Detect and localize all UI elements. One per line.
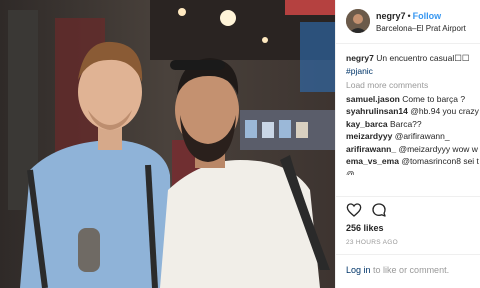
post-photo[interactable] bbox=[0, 0, 335, 288]
caption-hashtag[interactable]: #pjanic bbox=[346, 66, 373, 76]
comment-bubble-icon[interactable] bbox=[371, 202, 387, 218]
comment-username[interactable]: kay_barca bbox=[346, 119, 388, 129]
header-user-line: negry7 • Follow bbox=[376, 11, 441, 21]
comment-row: meizardyyy @arifirawann_ bbox=[346, 130, 480, 143]
login-link[interactable]: Log in bbox=[346, 265, 371, 275]
comment-row: arifirawann_ @meizardyyy wow w bbox=[346, 143, 480, 156]
comment-text: @tomasrincon8 sei t bbox=[401, 156, 479, 166]
avatar[interactable] bbox=[346, 9, 370, 33]
separator-dot: • bbox=[407, 11, 411, 21]
comment-username[interactable]: arifirawann_ bbox=[346, 144, 396, 154]
header-username[interactable]: negry7 bbox=[376, 11, 406, 21]
comment-text: Barca?? bbox=[389, 118, 422, 129]
comment-username[interactable]: syahrulinsan14 bbox=[346, 106, 408, 116]
comment-row: kay_barca Barca?? bbox=[346, 118, 480, 131]
caption-hashtag-row: #pjanic bbox=[346, 65, 480, 78]
caption-text: Un encuentro casual☐☐ bbox=[376, 53, 470, 63]
comment-text: @meizardyyy wow w bbox=[398, 143, 478, 154]
caption: negry7 Un encuentro casual☐☐ bbox=[346, 52, 480, 65]
comment-text: @... bbox=[346, 168, 362, 175]
post-side-panel: negry7 • Follow Barcelona–El Prat Airport … bbox=[335, 0, 480, 288]
comment-text: @hb.94 you crazy bbox=[410, 106, 479, 116]
post-timestamp: 23 HOURS AGO bbox=[346, 239, 399, 246]
comment-row: ema_vs_ema @tomasrincon8 sei t bbox=[346, 155, 480, 168]
login-prompt-text: to like or comment. bbox=[373, 265, 450, 275]
comment-row: samuel.jason Come to barça ? bbox=[346, 93, 480, 106]
photo-image bbox=[0, 0, 335, 288]
comment-row: @... bbox=[346, 168, 480, 175]
heart-outline-icon[interactable] bbox=[346, 202, 362, 218]
comments-section: negry7 Un encuentro casual☐☐ #pjanic Loa… bbox=[346, 52, 480, 175]
divider bbox=[336, 196, 480, 197]
caption-username[interactable]: negry7 bbox=[346, 53, 374, 63]
location-link[interactable]: Barcelona–El Prat Airport bbox=[376, 24, 466, 33]
login-prompt: Log in to like or comment. bbox=[346, 265, 449, 275]
comment-row: syahrulinsan14 @hb.94 you crazy bbox=[346, 105, 480, 118]
comment-text: @arifirawann_ bbox=[394, 131, 450, 141]
load-more-comments-button[interactable]: Load more comments bbox=[346, 79, 480, 92]
comment-username[interactable]: ema_vs_ema bbox=[346, 156, 399, 166]
likes-count[interactable]: 256 likes bbox=[346, 223, 384, 233]
comment-text: Come to barça ? bbox=[402, 93, 466, 104]
post-header: negry7 • Follow Barcelona–El Prat Airport bbox=[336, 0, 480, 44]
comment-username[interactable]: meizardyyy bbox=[346, 131, 392, 141]
comment-username[interactable]: samuel.jason bbox=[346, 94, 400, 104]
divider bbox=[336, 254, 480, 255]
follow-button[interactable]: Follow bbox=[413, 11, 442, 21]
